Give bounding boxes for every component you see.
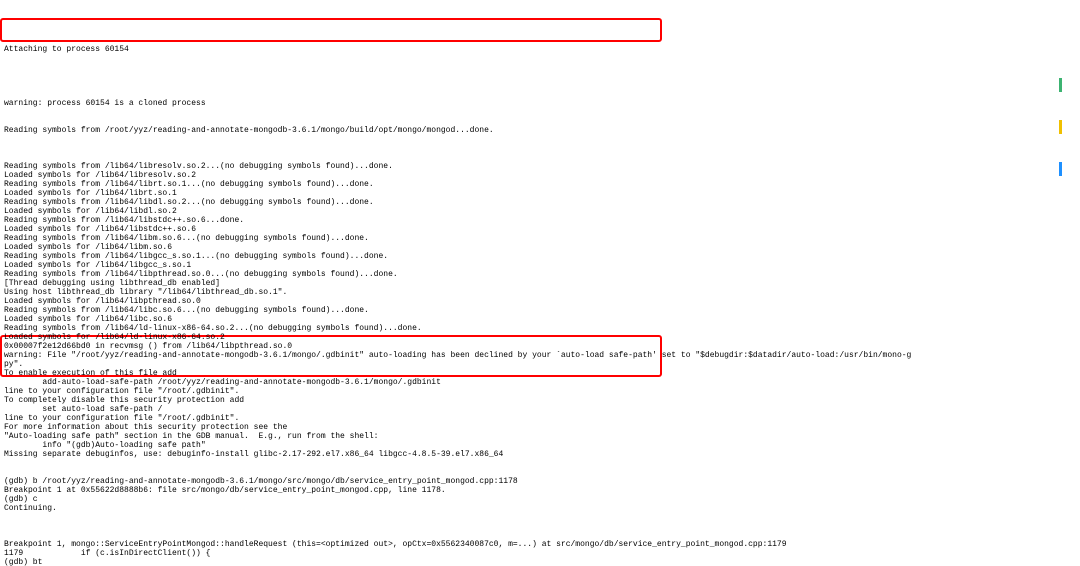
terminal-line: Breakpoint 1 at 0x55622d8888b6: file src… xyxy=(0,486,1080,495)
terminal-line: add-auto-load-safe-path /root/yyz/readin… xyxy=(0,378,1080,387)
terminal-line: Using host libthread_db library "/lib64/… xyxy=(0,288,1080,297)
terminal-line: Reading symbols from /lib64/libdl.so.2..… xyxy=(0,198,1080,207)
terminal-line: To completely disable this security prot… xyxy=(0,396,1080,405)
terminal-line: Reading symbols from /lib64/libm.so.6...… xyxy=(0,234,1080,243)
terminal-line: Reading symbols from /lib64/libc.so.6...… xyxy=(0,306,1080,315)
gdb-terminal[interactable]: Attaching to process 60154 warning: proc… xyxy=(0,0,1080,566)
terminal-line: Reading symbols from /lib64/libresolv.so… xyxy=(0,162,1080,171)
terminal-line: (gdb) bt xyxy=(0,558,1080,566)
terminal-title: Attaching to process 60154 xyxy=(0,45,1080,54)
terminal-body-pre: Reading symbols from /lib64/libresolv.so… xyxy=(0,162,1080,459)
terminal-line: Loaded symbols for /lib64/ld-linux-x86-6… xyxy=(0,333,1080,342)
terminal-line: (gdb) c xyxy=(0,495,1080,504)
terminal-line: Continuing. xyxy=(0,504,1080,513)
terminal-line: Reading symbols from /lib64/libstdc++.so… xyxy=(0,216,1080,225)
terminal-line: line to your configuration file "/root/.… xyxy=(0,387,1080,396)
terminal-line: Loaded symbols for /lib64/libstdc++.so.6 xyxy=(0,225,1080,234)
terminal-line: info "(gdb)Auto-loading safe path" xyxy=(0,441,1080,450)
terminal-line: Loaded symbols for /lib64/librt.so.1 xyxy=(0,189,1080,198)
terminal-line: Loaded symbols for /lib64/libdl.so.2 xyxy=(0,207,1080,216)
terminal-line: [Thread debugging using libthread_db ena… xyxy=(0,279,1080,288)
terminal-line: Breakpoint 1, mongo::ServiceEntryPointMo… xyxy=(0,540,1080,549)
highlight-box-1 xyxy=(0,18,662,42)
terminal-line: set auto-load safe-path / xyxy=(0,405,1080,414)
terminal-line: Reading symbols from /lib64/librt.so.1..… xyxy=(0,180,1080,189)
terminal-line: Reading symbols from /lib64/libgcc_s.so.… xyxy=(0,252,1080,261)
terminal-line: Missing separate debuginfos, use: debugi… xyxy=(0,450,1080,459)
terminal-line: "Auto-loading safe path" section in the … xyxy=(0,432,1080,441)
terminal-line: Loaded symbols for /lib64/libm.so.6 xyxy=(0,243,1080,252)
terminal-line xyxy=(0,531,1080,540)
terminal-line: Loaded symbols for /lib64/libc.so.6 xyxy=(0,315,1080,324)
terminal-line: 0x00007f2e12d66bd0 in recvmsg () from /l… xyxy=(0,342,1080,351)
terminal-line: Reading symbols from /lib64/libpthread.s… xyxy=(0,270,1080,279)
highlight1-line-b: Reading symbols from /root/yyz/reading-a… xyxy=(0,126,1080,135)
terminal-line: line to your configuration file "/root/.… xyxy=(0,414,1080,423)
terminal-line: warning: File "/root/yyz/reading-and-ann… xyxy=(0,351,1080,360)
terminal-blank xyxy=(0,72,1080,81)
terminal-line: 1179 if (c.isInDirectClient()) { xyxy=(0,549,1080,558)
terminal-line: (gdb) b /root/yyz/reading-and-annotate-m… xyxy=(0,477,1080,486)
terminal-line: Reading symbols from /lib64/ld-linux-x86… xyxy=(0,324,1080,333)
terminal-line: Loaded symbols for /lib64/libresolv.so.2 xyxy=(0,171,1080,180)
terminal-line: Loaded symbols for /lib64/libgcc_s.so.1 xyxy=(0,261,1080,270)
terminal-body-post: Breakpoint 1, mongo::ServiceEntryPointMo… xyxy=(0,531,1080,566)
terminal-body-highlight2: (gdb) b /root/yyz/reading-and-annotate-m… xyxy=(0,477,1080,513)
terminal-line: py". xyxy=(0,360,1080,369)
highlight1-line-a: warning: process 60154 is a cloned proce… xyxy=(0,99,1080,108)
terminal-line: To enable execution of this file add xyxy=(0,369,1080,378)
terminal-line: Loaded symbols for /lib64/libpthread.so.… xyxy=(0,297,1080,306)
terminal-line: For more information about this security… xyxy=(0,423,1080,432)
